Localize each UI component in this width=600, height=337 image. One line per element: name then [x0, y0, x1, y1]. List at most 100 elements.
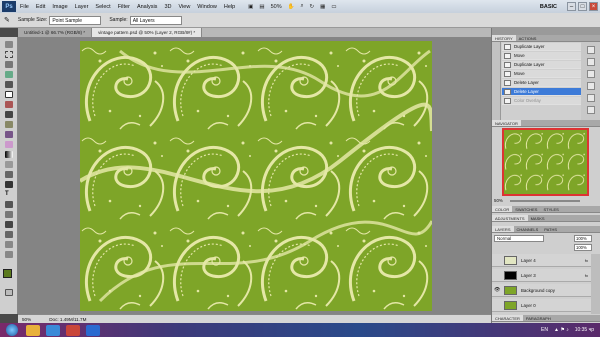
layer-effects-icon[interactable]: fx: [585, 269, 588, 282]
tab-untitled[interactable]: Untitled-1 @ 66.7% (RGB/8) *: [18, 28, 93, 37]
layer-row[interactable]: Layer 0: [492, 299, 591, 312]
bridge-icon[interactable]: ▣: [248, 4, 253, 10]
pen-tool-icon[interactable]: [5, 181, 13, 188]
arrange-icon[interactable]: ▦: [320, 4, 325, 10]
media-player-icon[interactable]: [66, 324, 80, 336]
history-brush-icon[interactable]: [5, 131, 13, 138]
explorer-icon[interactable]: [26, 324, 40, 336]
visibility-eye-icon[interactable]: [494, 302, 501, 309]
eyedropper-tool-icon[interactable]: [5, 91, 13, 98]
lasso-tool-icon[interactable]: [5, 61, 13, 68]
opacity-field[interactable]: 100%: [574, 235, 592, 242]
menu-image[interactable]: Image: [52, 4, 67, 10]
tab-paragraph[interactable]: PARAGRAPH: [523, 315, 554, 321]
history-item[interactable]: Delete Layer: [502, 88, 581, 96]
history-item[interactable]: Delete Layer: [502, 79, 581, 87]
layer-row[interactable]: 👁 Background copy: [492, 284, 591, 297]
quick-mask-icon[interactable]: [5, 289, 13, 296]
mini-bridge-icon[interactable]: ▤: [259, 4, 264, 10]
history-item[interactable]: Duplicate Layer: [502, 61, 581, 69]
history-item[interactable]: Move: [502, 52, 581, 60]
visibility-eye-icon[interactable]: [494, 257, 501, 264]
tab-actions[interactable]: ACTIONS: [516, 35, 540, 41]
menu-file[interactable]: File: [20, 4, 29, 10]
visibility-eye-icon[interactable]: [494, 272, 501, 279]
document-canvas[interactable]: [80, 41, 432, 311]
panel-icon[interactable]: [587, 94, 595, 102]
sample-select[interactable]: All Layers: [129, 15, 182, 25]
menu-analysis[interactable]: Analysis: [137, 4, 157, 10]
tab-character[interactable]: CHARACTER: [492, 315, 523, 321]
tab-history[interactable]: HISTORY: [492, 35, 516, 41]
menu-select[interactable]: Select: [95, 4, 110, 10]
close-button[interactable]: ×: [589, 2, 598, 11]
hand-tool-icon[interactable]: [5, 241, 13, 248]
tab-swatches[interactable]: SWATCHES: [512, 206, 540, 212]
tab-navigator[interactable]: NAVIGATOR: [492, 120, 521, 126]
photoshop-taskbar-icon[interactable]: [86, 324, 100, 336]
blur-tool-icon[interactable]: [5, 161, 13, 168]
language-indicator[interactable]: EN: [541, 327, 548, 333]
layer-effects-icon[interactable]: fx: [585, 254, 588, 267]
layers-scrollbar[interactable]: [591, 254, 600, 314]
panel-icon[interactable]: [587, 58, 595, 66]
tab-adjustments[interactable]: ADJUSTMENTS: [492, 215, 528, 221]
panel-icon[interactable]: [587, 70, 595, 78]
blend-mode-select[interactable]: Normal: [494, 235, 544, 242]
menu-help[interactable]: Help: [224, 4, 235, 10]
hand-tool-icon[interactable]: ✋: [288, 4, 295, 10]
menu-window[interactable]: Window: [197, 4, 217, 10]
brush-tool-icon[interactable]: [5, 111, 13, 118]
crop-tool-icon[interactable]: [5, 81, 13, 88]
workspace-switcher[interactable]: BASIC: [540, 4, 557, 10]
dodge-tool-icon[interactable]: [5, 171, 13, 178]
menu-filter[interactable]: Filter: [118, 4, 130, 10]
visibility-eye-icon[interactable]: 👁: [494, 287, 501, 294]
navigator-thumbnail[interactable]: [502, 128, 589, 196]
navigator-zoom-slider[interactable]: [510, 200, 580, 202]
menu-edit[interactable]: Edit: [36, 4, 45, 10]
status-zoom[interactable]: 50%: [22, 317, 31, 322]
tab-layers[interactable]: LAYERS: [492, 226, 514, 232]
tab-styles[interactable]: STYLES: [540, 206, 561, 212]
history-item[interactable]: Move: [502, 70, 581, 78]
sample-size-select[interactable]: Point Sample: [49, 15, 102, 25]
clone-stamp-icon[interactable]: [5, 121, 13, 128]
maximize-button[interactable]: □: [578, 2, 587, 11]
tab-masks[interactable]: MASKS: [528, 215, 548, 221]
panel-icon[interactable]: [587, 82, 595, 90]
eyedropper-preset-icon[interactable]: ✎: [4, 16, 10, 24]
zoom-tool-icon[interactable]: [5, 251, 13, 258]
clock[interactable]: 10:35 чр: [575, 327, 594, 333]
layer-row[interactable]: Layer 3 fx: [492, 269, 591, 282]
marquee-tool-icon[interactable]: [5, 51, 13, 58]
tab-paths[interactable]: PATHS: [541, 226, 560, 232]
tab-color[interactable]: COLOR: [492, 206, 513, 212]
3d-camera-icon[interactable]: [5, 231, 13, 238]
tray-icons[interactable]: ▲ ⚑ ♪: [554, 327, 569, 333]
zoom-menu[interactable]: 50%: [271, 4, 282, 10]
menu-3d[interactable]: 3D: [164, 4, 171, 10]
history-item[interactable]: Color Overlay: [502, 97, 581, 105]
eraser-tool-icon[interactable]: [5, 141, 13, 148]
history-item[interactable]: Duplicate Layer: [502, 43, 581, 51]
healing-brush-icon[interactable]: [5, 101, 13, 108]
tab-vintage-pattern[interactable]: vintage pattern.psd @ 50% (Layer 2, RGB/…: [92, 28, 203, 37]
menu-view[interactable]: View: [178, 4, 190, 10]
screen-mode-icon[interactable]: ▭: [331, 4, 336, 10]
type-tool-icon[interactable]: T: [5, 191, 13, 198]
quick-select-tool-icon[interactable]: [5, 71, 13, 78]
start-button[interactable]: [6, 324, 18, 336]
navigator-zoom-value[interactable]: 50%: [494, 198, 503, 203]
layer-row[interactable]: Layer 4 fx: [492, 254, 591, 267]
panel-icon[interactable]: [587, 106, 595, 114]
path-select-icon[interactable]: [5, 201, 13, 208]
move-tool-icon[interactable]: [5, 41, 13, 48]
rotate-view-icon[interactable]: ↻: [310, 4, 315, 10]
3d-rotate-icon[interactable]: [5, 221, 13, 228]
menu-layer[interactable]: Layer: [75, 4, 89, 10]
zoom-tool-icon[interactable]: ⌕: [300, 3, 303, 10]
tab-channels[interactable]: CHANNELS: [514, 226, 542, 232]
panel-icon[interactable]: [587, 46, 595, 54]
ie-icon[interactable]: [46, 324, 60, 336]
